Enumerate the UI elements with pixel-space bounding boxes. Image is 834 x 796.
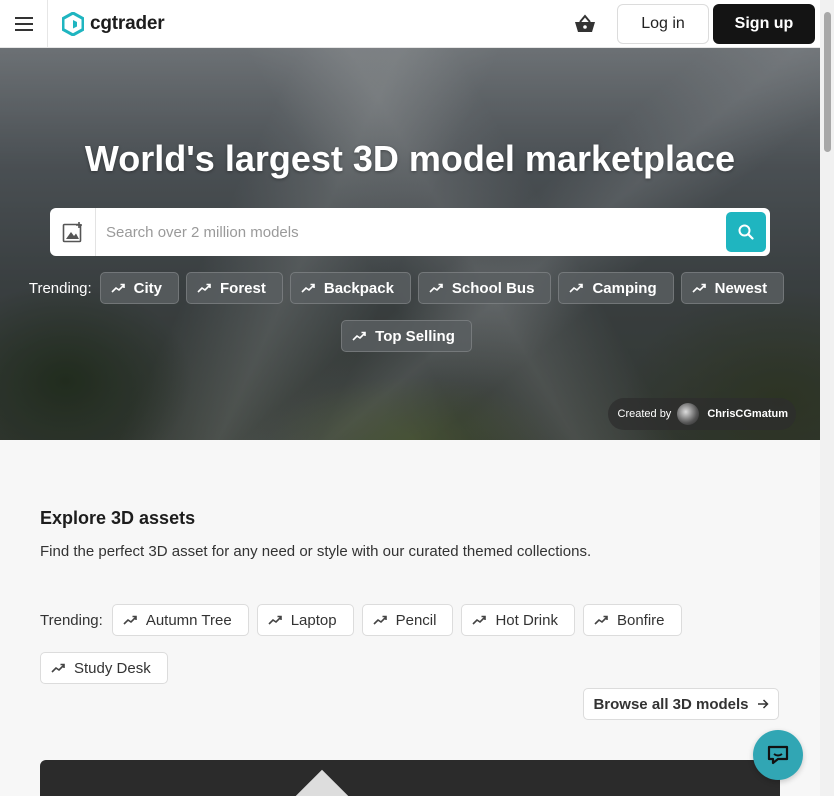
- cart-button[interactable]: [565, 4, 605, 44]
- trending-up-icon: [352, 331, 366, 341]
- hamburger-menu-button[interactable]: [0, 0, 48, 48]
- trending-chip-label: Forest: [220, 279, 266, 297]
- trending-up-icon: [429, 283, 443, 293]
- trending-chip-school-bus[interactable]: School Bus: [417, 272, 552, 304]
- trending-up-icon: [569, 283, 584, 293]
- scrollbar-thumb[interactable]: [824, 12, 831, 152]
- image-search-icon: [62, 222, 82, 243]
- trending-chip-backpack[interactable]: Backpack: [289, 272, 411, 304]
- explore-chip-label: Pencil: [395, 611, 437, 629]
- trending-up-icon: [594, 615, 608, 625]
- trending-up-icon: [268, 615, 282, 625]
- arrow-right-icon: [757, 699, 769, 709]
- trending-up-icon: [472, 615, 487, 625]
- explore-chip-label: Laptop: [290, 611, 337, 629]
- trending-chip-label: Top Selling: [375, 327, 455, 345]
- explore-trending-label: Trending:: [40, 611, 103, 629]
- credit-author: ChrisCGmatum: [707, 408, 788, 420]
- trending-up-icon: [123, 615, 137, 625]
- chat-support-button[interactable]: [753, 730, 803, 780]
- trending-chip-city[interactable]: City: [99, 272, 180, 304]
- trending-up-icon: [111, 283, 125, 293]
- trending-up-icon: [301, 283, 315, 293]
- browse-all-models-button[interactable]: Browse all 3D models: [583, 688, 779, 720]
- signup-button[interactable]: Sign up: [713, 3, 815, 44]
- chat-bubble-icon: [767, 745, 789, 765]
- search-icon: [738, 224, 754, 240]
- trending-chip-label: City: [133, 279, 163, 297]
- logo-text: cgtrader: [90, 12, 165, 34]
- trending-chip-label: Camping: [592, 279, 657, 297]
- explore-chip-laptop[interactable]: Laptop: [256, 604, 354, 636]
- logo-hexagon-icon: [62, 11, 84, 36]
- trending-chip-label: School Bus: [451, 279, 535, 297]
- trending-chip-label: Backpack: [323, 279, 394, 297]
- trending-up-icon: [51, 663, 65, 673]
- hero-banner: World's largest 3D model marketplace Tre…: [0, 48, 820, 440]
- image-search-button[interactable]: [50, 208, 96, 256]
- explore-chip-label: Hot Drink: [495, 611, 558, 629]
- top-header: cgtrader Log in Sign up: [0, 0, 820, 48]
- card-preview-image: [293, 769, 351, 796]
- hamburger-icon: [14, 16, 33, 31]
- trending-chip-forest[interactable]: Forest: [186, 272, 283, 304]
- trending-up-icon: [692, 283, 706, 293]
- cgtrader-logo[interactable]: cgtrader: [62, 11, 165, 36]
- explore-description: Find the perfect 3D asset for any need o…: [40, 543, 592, 560]
- collection-card[interactable]: [40, 760, 780, 796]
- header-actions: Log in Sign up: [565, 3, 820, 44]
- page-scrollbar[interactable]: [820, 0, 834, 796]
- hero-trending-list: Trending: City Forest Backpack School Bu…: [0, 272, 820, 352]
- explore-chip-bonfire[interactable]: Bonfire: [582, 604, 682, 636]
- basket-icon: [575, 13, 595, 32]
- explore-chip-autumn-tree[interactable]: Autumn Tree: [111, 604, 249, 636]
- browse-all-label: Browse all 3D models: [593, 695, 749, 713]
- explore-chip-label: Autumn Tree: [145, 611, 232, 629]
- explore-chip-label: Bonfire: [616, 611, 665, 629]
- trending-chip-label: Newest: [714, 279, 768, 297]
- trending-chip-newest[interactable]: Newest: [680, 272, 785, 304]
- trending-chip-camping[interactable]: Camping: [558, 272, 674, 304]
- explore-title: Explore 3D assets: [40, 508, 196, 528]
- explore-chip-study-desk[interactable]: Study Desk: [40, 652, 168, 684]
- search-bar: [50, 208, 770, 256]
- search-input[interactable]: [96, 209, 726, 255]
- author-avatar: [677, 403, 700, 425]
- hero-trending-label: Trending:: [28, 279, 92, 297]
- search-button[interactable]: [726, 212, 766, 252]
- explore-chip-label: Study Desk: [74, 659, 151, 677]
- explore-chip-pencil[interactable]: Pencil: [361, 604, 454, 636]
- trending-up-icon: [197, 283, 211, 293]
- image-credit[interactable]: Created by ChrisCGmatum: [607, 398, 796, 430]
- credit-prefix: Created by: [617, 408, 672, 420]
- explore-chip-hot-drink[interactable]: Hot Drink: [461, 604, 575, 636]
- hero-title: World's largest 3D model marketplace: [84, 138, 736, 179]
- trending-up-icon: [373, 615, 387, 625]
- login-button[interactable]: Log in: [617, 3, 709, 44]
- trending-chip-top-selling[interactable]: Top Selling: [341, 320, 472, 352]
- explore-trending-list: Trending: Autumn Tree Laptop Pencil Hot …: [40, 604, 780, 684]
